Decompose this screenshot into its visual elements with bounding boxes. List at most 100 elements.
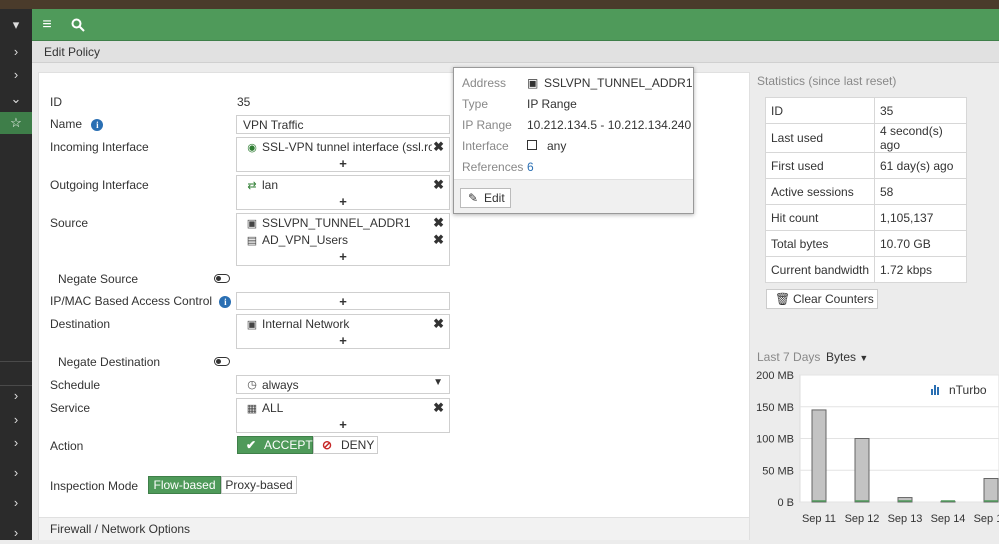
stat-key: Active sessions [765,178,875,205]
accept-button[interactable]: ✔ ACCEPT [237,436,313,454]
chevron-right-icon[interactable]: › [0,41,32,63]
service-label: Service [50,401,91,415]
add-icon[interactable]: + [237,294,449,309]
chevron-right-icon[interactable]: › [0,432,32,454]
menu-icon[interactable]: ≡ [36,15,58,35]
stat-value: 10.70 GB [874,230,967,257]
negate-destination-label: Negate Destination [58,355,161,369]
legend-icon [937,387,939,395]
clear-counters-label: Clear Counters [793,292,874,306]
name-label: Name i [50,117,104,131]
y-tick-label: 50 MB [762,465,794,477]
outgoing-interface-field[interactable]: ⇄ lan ✖ + [236,175,450,210]
negate-source-label: Negate Source [58,272,139,286]
clear-counters-button[interactable]: 🗑 Clear Counters [766,289,878,309]
type-key: Type [462,97,489,111]
remove-icon[interactable]: ✖ [433,215,444,231]
address-icon: ▣ [527,76,539,90]
chevron-right-icon[interactable]: › [0,64,32,86]
source-entry: AD_VPN_Users [262,233,349,247]
caret-down-icon: ▼ [859,353,869,363]
remove-icon[interactable]: ✖ [433,400,444,416]
interface-icon [527,140,537,150]
stat-key: Hit count [765,204,875,231]
add-icon[interactable]: + [237,333,449,348]
sidebar-divider [0,361,32,362]
schedule-icon: ◷ [247,379,257,391]
add-icon[interactable]: + [237,249,449,264]
service-field[interactable]: ▦ ALL ✖ + [236,398,450,433]
user-group-icon: ▤ [246,235,258,247]
firewall-network-options-section[interactable]: Firewall / Network Options [39,517,749,540]
negate-destination-toggle[interactable] [214,357,230,366]
source-field[interactable]: ▣ SSLVPN_TUNNEL_ADDR1 ✖ ▤ AD_VPN_Users ✖… [236,213,450,266]
table-row: First used 61 day(s) ago [765,152,967,179]
name-input[interactable]: VPN Traffic [236,115,450,134]
address-icon: ▣ [246,218,258,230]
star-icon[interactable]: ☆ [0,112,32,134]
schedule-label: Schedule [50,378,101,392]
incoming-interface-field[interactable]: ◉ SSL-VPN tunnel interface (ssl.roo ✖ + [236,137,450,172]
add-icon[interactable]: + [237,194,449,209]
ipmac-label-text: IP/MAC Based Access Control [50,294,213,308]
chevron-right-icon[interactable]: › [0,462,32,484]
x-tick-label: Sep 12 [845,513,880,525]
deny-button[interactable]: ⊘ DENY [313,436,378,454]
incoming-interface-entry: SSL-VPN tunnel interface (ssl.roo [262,140,432,154]
chevron-right-icon[interactable]: › [0,492,32,514]
outgoing-interface-entry: lan [262,178,279,192]
edit-button[interactable]: ✎ Edit [460,188,511,208]
table-row: Hit count 1,105,137 [765,204,967,231]
stat-value: 1.72 kbps [874,256,967,283]
legend-icon [934,385,936,395]
id-value: 35 [237,95,251,109]
accept-label: ACCEPT [264,438,313,452]
page-title: Edit Policy [44,45,101,59]
flow-based-button[interactable]: Flow-based [148,476,221,494]
add-icon[interactable]: + [237,156,449,171]
stat-key: First used [765,152,875,179]
y-tick-label: 0 B [777,497,794,509]
remove-icon[interactable]: ✖ [433,232,444,248]
stat-key: Current bandwidth [765,256,875,283]
source-label: Source [50,216,89,230]
x-tick-label: Sep 11 [802,513,836,525]
info-icon[interactable]: i [91,119,104,131]
chevron-right-icon[interactable]: › [0,522,32,544]
source-entry: SSLVPN_TUNNEL_ADDR1 [262,216,411,230]
remove-icon[interactable]: ✖ [433,316,444,332]
window-top-strip [0,0,999,9]
outgoing-interface-label: Outgoing Interface [50,178,149,192]
ipmac-field[interactable]: + [236,292,450,310]
chevron-right-icon[interactable]: › [0,409,32,431]
remove-icon[interactable]: ✖ [433,177,444,193]
info-icon[interactable]: i [219,296,232,308]
chevron-right-icon[interactable]: › [0,385,32,407]
table-row: Active sessions 58 [765,178,967,205]
stat-value: 61 day(s) ago [874,152,967,179]
type-value: IP Range [527,97,577,111]
schedule-value: always [262,378,299,392]
traffic-chart: 0 B 50 MB 100 MB 150 MB 200 MB Sep 11 Sep 12 Se… [756,370,999,525]
chevron-down-icon[interactable]: ⌄ [0,88,32,110]
destination-field[interactable]: ▣ Internal Network ✖ + [236,314,450,349]
schedule-select[interactable]: ◷ always ▼ [236,375,450,394]
table-row: Total bytes 10.70 GB [765,230,967,257]
name-label-text: Name [50,117,83,131]
bar [811,409,827,503]
trash-icon: 🗑 [775,292,791,306]
remove-icon[interactable]: ✖ [433,139,444,155]
legend-icon [931,389,933,395]
negate-source-toggle[interactable] [214,274,230,283]
interface-value: any [547,139,567,153]
proxy-based-button[interactable]: Proxy-based [221,476,297,494]
search-icon[interactable] [67,15,89,35]
add-icon[interactable]: + [237,417,449,432]
stat-value: 1,105,137 [874,204,967,231]
references-link[interactable]: 6 [527,160,534,174]
sidebar-toggle-icon[interactable]: ▾ [0,14,32,36]
service-entry: ALL [262,401,284,415]
unit-dropdown[interactable]: Bytes ▼ [826,350,868,364]
dropdown-arrow-icon: ▼ [433,377,443,388]
x-tick-label: Sep 14 [931,513,966,525]
